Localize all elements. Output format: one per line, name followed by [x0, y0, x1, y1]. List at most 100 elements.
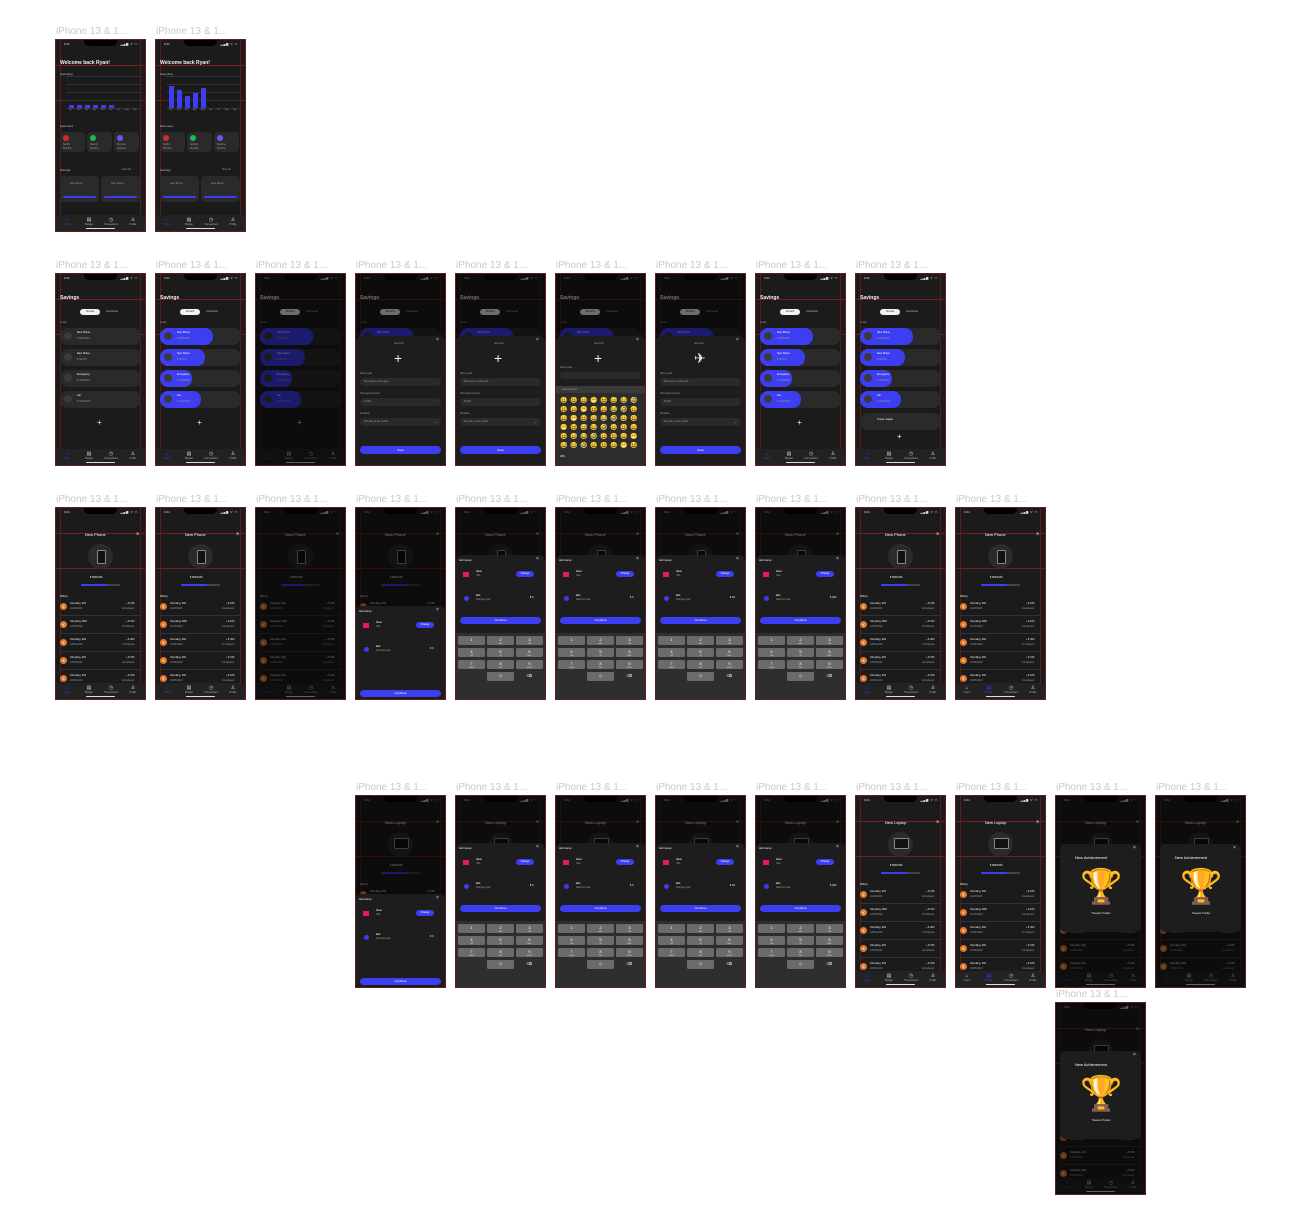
goal-row[interactable]: New Phone € 800/1200 [60, 328, 141, 345]
save-button[interactable]: Save [460, 446, 541, 454]
add-goal-button[interactable]: + [197, 418, 202, 427]
key-9[interactable]: 9 WXYZ [716, 948, 743, 957]
emoji-search[interactable]: Search Emoji [556, 386, 645, 393]
tab-completed[interactable]: Completed [102, 309, 122, 315]
tab-profile[interactable]: ♙Profile [1026, 685, 1040, 694]
key-9[interactable]: 9 WXYZ [816, 660, 843, 669]
saving-card[interactable]: New Shoes [101, 176, 140, 202]
add-goal-button[interactable]: + [797, 418, 802, 427]
emoji-key[interactable]: 😁 [590, 397, 597, 404]
key-0[interactable]: 0 [687, 960, 714, 969]
tab-transactions[interactable]: ◷Transactions [204, 451, 218, 460]
tab-completed[interactable]: Completed [202, 309, 222, 315]
goal-row[interactable]: New Phone € 800/1200 [860, 328, 941, 345]
key-3[interactable]: 3 DEF [716, 924, 743, 933]
change-button[interactable]: Change [516, 571, 534, 577]
key-5[interactable]: 5 JKL [687, 936, 714, 945]
backspace-key[interactable]: ⌫ [816, 960, 843, 969]
key-1[interactable]: 1 [558, 636, 585, 645]
tab-profile[interactable]: ♙Profile [926, 451, 940, 460]
emoji-key[interactable]: 😂 [590, 424, 597, 431]
key-7[interactable]: 7 PQRS [658, 948, 685, 957]
key-8[interactable]: 8 TUV [687, 948, 714, 957]
key-4[interactable]: 4 GHI [658, 936, 685, 945]
key-5[interactable]: 5 JKL [487, 936, 514, 945]
tab-home[interactable]: ⌂Home [160, 217, 174, 226]
key-5[interactable]: 5 JKL [587, 648, 614, 657]
goal-row[interactable]: New Phone € 800/1200 [760, 328, 841, 345]
tab-current[interactable]: Current [180, 309, 200, 315]
emoji-key[interactable]: 😄 [620, 433, 627, 440]
emoji-key[interactable]: 😀 [600, 433, 607, 440]
key-1[interactable]: 1 [458, 924, 485, 933]
emoji-key[interactable]: 😅 [590, 415, 597, 422]
continue-button[interactable]: Continue [660, 905, 741, 912]
emoji-key[interactable]: 😂 [570, 442, 577, 449]
tab-transactions[interactable]: ◷Transactions [904, 451, 918, 460]
deadline-select[interactable]: Pick day of the month ⌄ [360, 418, 441, 426]
emoji-key[interactable]: 😃 [560, 406, 567, 413]
expense-card[interactable]: Paytime Monthly [114, 132, 139, 152]
emoji-key[interactable]: 😅 [600, 406, 607, 413]
emoji-key[interactable]: 🤣 [620, 406, 627, 413]
key-2[interactable]: 2 ABC [687, 924, 714, 933]
tab-transactions[interactable]: ◷Transactions [1004, 685, 1018, 694]
key-1[interactable]: 1 [558, 924, 585, 933]
key-8[interactable]: 8 TUV [787, 948, 814, 957]
change-button[interactable]: Change [416, 622, 434, 628]
key-1[interactable]: 1 [658, 924, 685, 933]
goal-row[interactable]: Car € 10/45,000 [760, 391, 841, 408]
emoji-key[interactable]: 😆 [580, 415, 587, 422]
tab-current[interactable]: Current [880, 309, 900, 315]
tab-home[interactable]: ⌂Home [960, 973, 974, 982]
continue-button[interactable]: Continue [760, 905, 841, 912]
emoji-key[interactable]: 😆 [570, 424, 577, 431]
tab-budget[interactable]: ▤Budget [782, 451, 796, 460]
icon-picker[interactable]: ✈ [694, 350, 706, 367]
tab-home[interactable]: ⌂Home [160, 451, 174, 460]
deadline-select[interactable]: Pick day of the month ⌄ [460, 418, 541, 426]
emoji-key[interactable]: 😂 [620, 397, 627, 404]
tab-transactions[interactable]: ◷Transactions [104, 451, 118, 460]
emoji-key[interactable]: 😃 [620, 424, 627, 431]
emoji-key[interactable]: 😄 [630, 424, 637, 431]
key-0[interactable]: 0 [587, 960, 614, 969]
tab-home[interactable]: ⌂Home [860, 973, 874, 982]
goal-row[interactable]: New Shoes € 90/170 [60, 349, 141, 366]
amount-input[interactable]: € 0,00 [360, 398, 441, 406]
tab-home[interactable]: ⌂Home [160, 685, 174, 694]
tab-completed[interactable]: Completed [802, 309, 822, 315]
backspace-key[interactable]: ⌫ [716, 672, 743, 681]
change-button[interactable]: Change [716, 859, 734, 865]
name-input[interactable]: New name of the goal [360, 378, 441, 386]
key-7[interactable]: 7 PQRS [758, 948, 785, 957]
save-button[interactable]: Save [360, 446, 441, 454]
name-input[interactable] [560, 372, 641, 379]
emoji-key[interactable]: 😆 [600, 397, 607, 404]
emoji-key[interactable]: 😁 [630, 433, 637, 440]
tab-budget[interactable]: ▤Budget [182, 451, 196, 460]
icon-picker[interactable]: + [594, 350, 602, 366]
key-2[interactable]: 2 ABC [787, 636, 814, 645]
key-5[interactable]: 5 JKL [787, 648, 814, 657]
emoji-key[interactable]: 😅 [610, 397, 617, 404]
goal-row[interactable]: New Shoes € 90/170 [860, 349, 941, 366]
tab-budget[interactable]: ▤Budget [182, 217, 196, 226]
emoji-key[interactable]: 😄 [610, 442, 617, 449]
backspace-key[interactable]: ⌫ [516, 672, 543, 681]
key-2[interactable]: 2 ABC [587, 924, 614, 933]
key-5[interactable]: 5 JKL [487, 648, 514, 657]
goal-row[interactable]: Emergency € 200/5000 [760, 370, 841, 387]
key-7[interactable]: 7 PQRS [758, 660, 785, 669]
goal-row[interactable]: Travel / Japan [860, 413, 941, 430]
emoji-key[interactable]: 😃 [630, 415, 637, 422]
key-0[interactable]: 0 [687, 672, 714, 681]
key-6[interactable]: 6 MNO [716, 936, 743, 945]
tab-home[interactable]: ⌂Home [860, 685, 874, 694]
tab-budget[interactable]: ▤Budget [882, 973, 896, 982]
emoji-key[interactable]: 😀 [610, 424, 617, 431]
tab-profile[interactable]: ♙Profile [926, 973, 940, 982]
key-5[interactable]: 5 JKL [687, 648, 714, 657]
continue-button[interactable]: Continue [360, 978, 441, 985]
change-button[interactable]: Change [616, 571, 634, 577]
